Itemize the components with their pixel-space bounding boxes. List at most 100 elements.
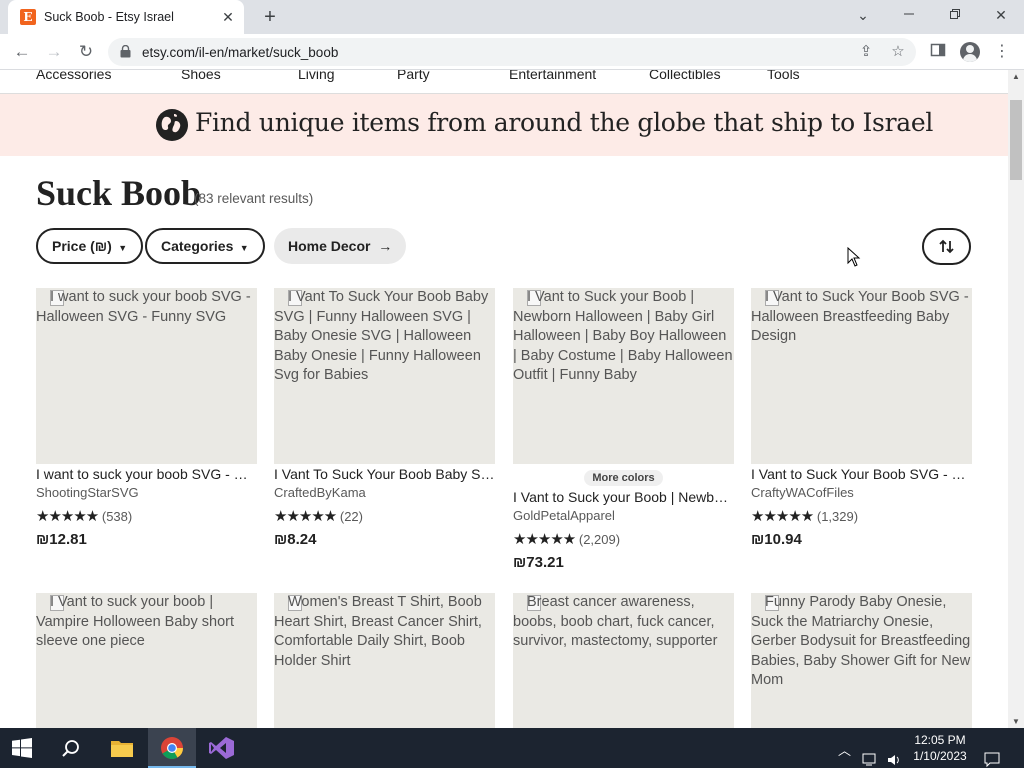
review-count: (538): [101, 509, 133, 524]
price: ₪73.21: [513, 554, 564, 571]
clock-date: 1/10/2023: [913, 749, 967, 763]
tab-title: Suck Boob - Etsy Israel: [44, 10, 174, 24]
home-decor-chip[interactable]: Home Decor →: [274, 228, 407, 264]
vertical-scrollbar[interactable]: ▲ ▼: [1008, 70, 1024, 728]
bookmark-star-icon[interactable]: ☆: [888, 42, 908, 62]
rating: ★★★★★ (22): [274, 507, 363, 525]
result-count: (83 relevant results): [194, 191, 314, 206]
listing-title[interactable]: I Vant to Suck your Boob | Newborn Hallo…: [513, 489, 734, 505]
listing-title[interactable]: I Vant to Suck Your Boob SVG - Halloween…: [751, 466, 972, 482]
lock-icon[interactable]: [120, 45, 131, 58]
listing-image[interactable]: I Vant To Suck Your Boob Baby SVG | Funn…: [274, 288, 495, 464]
nav-entertainment[interactable]: Entertainment: [509, 70, 596, 82]
etsy-favicon-icon: E: [20, 9, 36, 25]
listing-title[interactable]: I Vant To Suck Your Boob Baby SVG | Funn…: [274, 466, 495, 482]
mouse-cursor-icon: [847, 247, 861, 267]
side-panel-icon[interactable]: [928, 42, 948, 62]
more-colors-badge: More colors: [513, 468, 734, 486]
star-rating-icon: ★★★★★: [274, 508, 337, 525]
image-alt-text: Breast cancer awareness, boobs, boob cha…: [513, 594, 718, 649]
windows-taskbar: ︿ 12:05 PM 1/10/2023: [0, 728, 1024, 768]
shop-name[interactable]: CraftedByKama: [274, 485, 366, 500]
chrome-icon[interactable]: [148, 728, 196, 768]
shop-name[interactable]: CraftyWACofFiles: [751, 485, 854, 500]
minimize-icon[interactable]: [894, 4, 924, 26]
rating: ★★★★★ (2,209): [513, 530, 620, 548]
shipping-banner[interactable]: Find unique items from around the globe …: [0, 94, 1008, 156]
page-viewport: Accessories Shoes Living Party Entertain…: [0, 70, 1008, 728]
category-nav: Accessories Shoes Living Party Entertain…: [0, 70, 1008, 94]
shop-name[interactable]: GoldPetalApparel: [513, 508, 615, 523]
close-tab-icon[interactable]: ✕: [220, 9, 236, 25]
search-icon[interactable]: [60, 738, 82, 760]
price: ₪8.24: [274, 531, 317, 548]
listing-image[interactable]: I Vant to suck your boob | Vampire Hollo…: [36, 593, 257, 728]
listing-title[interactable]: I want to suck your boob SVG - Halloween…: [36, 466, 257, 482]
price-filter-button[interactable]: Price (₪) ▼: [36, 228, 144, 264]
nav-tools[interactable]: Tools: [767, 70, 800, 82]
listing-image[interactable]: Funny Parody Baby Onesie, Suck the Matri…: [751, 593, 972, 728]
back-icon[interactable]: ←: [10, 41, 34, 63]
address-bar[interactable]: etsy.com/il-en/market/suck_boob ⇪ ☆: [108, 38, 916, 66]
windows-start-icon[interactable]: [12, 738, 32, 758]
sort-button[interactable]: [922, 228, 971, 265]
categories-filter-button[interactable]: Categories ▼: [145, 228, 265, 264]
url-text: etsy.com/il-en/market/suck_boob: [142, 45, 339, 60]
rating: ★★★★★ (1,329): [751, 507, 858, 525]
globe-icon: [156, 109, 188, 141]
nav-living[interactable]: Living: [298, 70, 335, 82]
image-alt-text: I Vant to Suck Your Boob SVG - Halloween…: [751, 289, 969, 344]
reload-icon[interactable]: ↻: [74, 41, 98, 63]
tab-search-icon[interactable]: ⌄: [848, 4, 878, 26]
browser-toolbar: ← → ↻ etsy.com/il-en/market/suck_boob ⇪ …: [0, 34, 1024, 70]
forward-icon[interactable]: →: [42, 41, 66, 63]
image-alt-text: I Vant to Suck your Boob | Newborn Hallo…: [513, 289, 733, 383]
image-alt-text: Funny Parody Baby Onesie, Suck the Matri…: [751, 594, 971, 688]
image-alt-text: I want to suck your boob SVG - Halloween…: [36, 289, 251, 325]
notifications-icon[interactable]: [984, 740, 1000, 768]
review-count: (1,329): [816, 509, 859, 524]
rating: ★★★★★ (538): [36, 507, 132, 525]
nav-accessories[interactable]: Accessories: [36, 70, 111, 82]
image-alt-text: I Vant to suck your boob | Vampire Hollo…: [36, 594, 234, 649]
star-rating-icon: ★★★★★: [36, 508, 99, 525]
nav-party[interactable]: Party: [397, 70, 430, 82]
star-rating-icon: ★★★★★: [513, 531, 576, 548]
home-decor-label: Home Decor: [288, 238, 371, 254]
browser-tab[interactable]: E Suck Boob - Etsy Israel ✕: [8, 0, 244, 34]
new-tab-button[interactable]: +: [259, 6, 281, 28]
volume-icon[interactable]: [886, 740, 902, 768]
scroll-up-icon[interactable]: ▲: [1012, 72, 1020, 81]
listing-image[interactable]: I want to suck your boob SVG - Halloween…: [36, 288, 257, 464]
clock-time: 12:05 PM: [914, 733, 966, 747]
arrow-right-icon: →: [374, 238, 393, 254]
restore-icon[interactable]: [940, 4, 970, 26]
listing-image[interactable]: I Vant to Suck your Boob | Newborn Hallo…: [513, 288, 734, 464]
profile-avatar-icon[interactable]: [960, 42, 980, 62]
nav-shoes[interactable]: Shoes: [181, 70, 221, 82]
file-explorer-icon[interactable]: [98, 728, 146, 768]
scroll-down-icon[interactable]: ▼: [1012, 717, 1020, 726]
listing-image[interactable]: Breast cancer awareness, boobs, boob cha…: [513, 593, 734, 728]
nav-collectibles[interactable]: Collectibles: [649, 70, 721, 82]
review-count: (2,209): [578, 532, 621, 547]
network-icon[interactable]: [862, 740, 880, 768]
image-alt-text: I Vant To Suck Your Boob Baby SVG | Funn…: [274, 289, 489, 383]
visual-studio-icon[interactable]: [198, 728, 246, 768]
tray-overflow-icon[interactable]: ︿: [838, 740, 851, 768]
caret-down-icon: ▼: [115, 243, 128, 253]
listing-image[interactable]: I Vant to Suck Your Boob SVG - Halloween…: [751, 288, 972, 464]
price: ₪12.81: [36, 531, 87, 548]
sort-arrows-icon: [939, 239, 954, 254]
image-alt-text: Women's Breast T Shirt, Boob Heart Shirt…: [274, 594, 482, 669]
close-window-icon[interactable]: ✕: [986, 4, 1016, 26]
system-clock[interactable]: 12:05 PM 1/10/2023: [910, 732, 970, 764]
scroll-thumb[interactable]: [1010, 100, 1022, 180]
banner-text: Find unique items from around the globe …: [195, 108, 934, 137]
share-icon[interactable]: ⇪: [856, 42, 876, 62]
price: ₪10.94: [751, 531, 802, 548]
listing-image[interactable]: Women's Breast T Shirt, Boob Heart Shirt…: [274, 593, 495, 728]
shop-name[interactable]: ShootingStarSVG: [36, 485, 139, 500]
page-title: Suck Boob: [36, 173, 202, 213]
menu-kebab-icon[interactable]: ⋮: [992, 42, 1012, 62]
